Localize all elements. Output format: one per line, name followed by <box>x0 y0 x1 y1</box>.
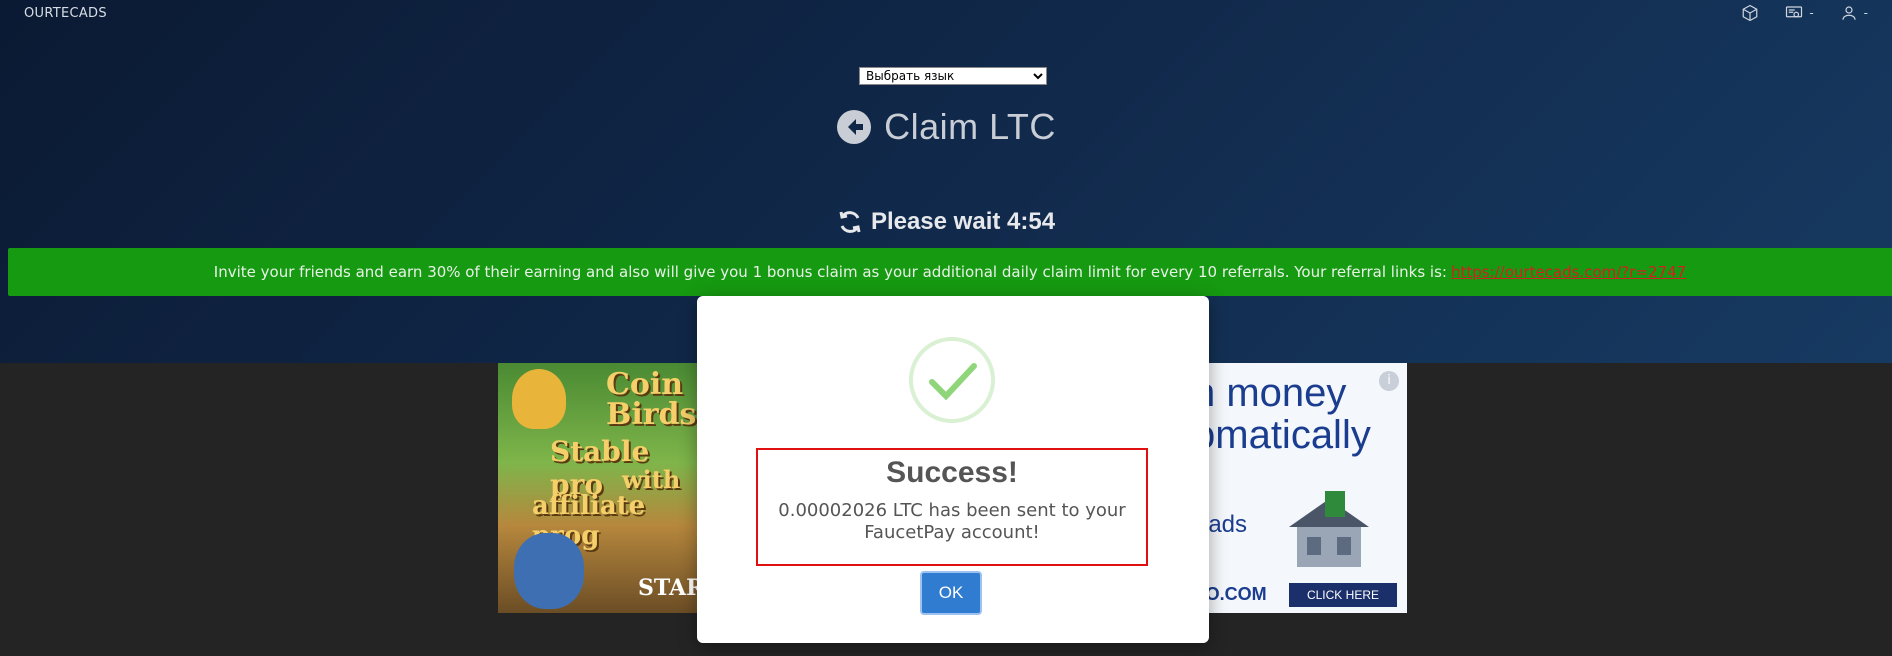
referral-banner: Invite your friends and earn 30% of thei… <box>8 248 1892 296</box>
certificate-caret: - <box>1809 6 1814 20</box>
success-dialog: Success! 0.00002026 LTC has been sent to… <box>697 296 1209 643</box>
page-title: Claim LTC <box>884 106 1056 147</box>
success-title: Success! <box>886 456 1018 489</box>
wait-status: Please wait 4:54 <box>0 208 1892 236</box>
ad-left-parrot-icon <box>514 533 584 609</box>
referral-link[interactable]: https://ourtecads.com/?r=2747 <box>1451 263 1686 281</box>
success-message-box: Success! 0.00002026 LTC has been sent to… <box>756 448 1148 566</box>
ad-left-bird-icon <box>512 369 566 429</box>
brand-logo[interactable]: OURTECADS <box>24 6 107 21</box>
user-menu[interactable]: - <box>1840 4 1868 22</box>
ad-left-line4: with <box>622 465 681 494</box>
user-caret: - <box>1863 6 1868 20</box>
ad-click-here-button[interactable]: CLICK HERE <box>1288 583 1397 607</box>
ad-right-line1: n money <box>1193 371 1347 415</box>
ad-banner-right[interactable]: n money omatically t ads i TO.COM CLICK … <box>1189 363 1407 613</box>
wait-text: Please wait 4:54 <box>870 208 1056 235</box>
certificate-menu[interactable]: - <box>1785 4 1814 22</box>
ad-right-house-icon <box>1279 491 1379 571</box>
back-arrow-icon[interactable] <box>836 109 872 145</box>
ok-button[interactable]: OK <box>920 571 982 615</box>
success-check-icon <box>909 337 995 423</box>
ad-left-line2: Birds <box>606 397 697 432</box>
ad-right-line2: omatically <box>1193 413 1371 457</box>
refresh-icon <box>839 211 861 233</box>
cube-icon[interactable] <box>1741 4 1759 22</box>
user-icon <box>1842 6 1856 20</box>
referral-text: Invite your friends and earn 30% of thei… <box>213 263 1447 281</box>
ad-left-start: STAR <box>638 575 698 601</box>
success-message: 0.00002026 LTC has been sent to your Fau… <box>778 500 1126 543</box>
certificate-icon <box>1786 6 1803 18</box>
ad-banner-left[interactable]: Coin Birds Stable pro with affiliate pro… <box>498 363 698 613</box>
ad-info-icon[interactable]: i <box>1379 371 1399 391</box>
header-icons: - - <box>1741 4 1868 22</box>
page-title-row: Claim LTC <box>0 106 1892 148</box>
language-select[interactable]: Выбрать язык <box>859 67 1047 85</box>
